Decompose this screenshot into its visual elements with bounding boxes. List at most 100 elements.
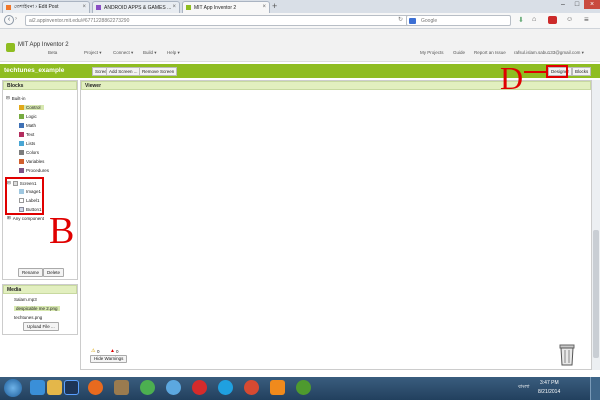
delete-button[interactable]: Delete <box>43 268 65 277</box>
control-color-icon <box>19 105 24 110</box>
warning-icon: ⚠ <box>91 348 96 354</box>
home-icon[interactable]: ⌂ <box>532 16 536 23</box>
tab-app-inventor[interactable]: MIT App Inventor 2 × <box>182 1 270 13</box>
photoshop-icon[interactable] <box>64 380 79 395</box>
safari-icon[interactable] <box>166 380 181 395</box>
remove-screen-button[interactable]: Remove Screen <box>139 67 178 76</box>
tab-label: তেশাইবনা › Edit Post <box>14 3 59 10</box>
builtin-node[interactable]: ⊟ Built-in <box>6 95 26 101</box>
account-menu[interactable]: rafsul.islam.sabu133@gmail.com ▾ <box>514 50 584 56</box>
block-label: Procedures <box>26 168 50 173</box>
back-icon[interactable]: ‹ <box>4 15 14 25</box>
block-item-procedures[interactable]: Procedures <box>19 168 49 173</box>
brand-beta: Beta <box>48 50 58 55</box>
show-desktop-button[interactable] <box>590 377 600 400</box>
firefox-icon[interactable] <box>88 380 103 395</box>
block-label: Control <box>26 105 41 110</box>
link-report-issue[interactable]: Report an Issue <box>474 50 506 55</box>
site-icon <box>96 5 101 10</box>
chrome-icon[interactable] <box>140 380 155 395</box>
math-color-icon <box>19 123 24 128</box>
app-inventor-logo-icon <box>6 43 15 52</box>
block-label: Math <box>26 123 37 128</box>
download-icon[interactable]: ⬇ <box>518 16 524 24</box>
menu-help[interactable]: Help ▾ <box>167 50 180 56</box>
block-label: Colors <box>26 150 40 155</box>
block-item-variables[interactable]: Variables <box>19 159 44 164</box>
media-panel-title: Media <box>3 285 77 294</box>
block-item-lists[interactable]: Lists <box>19 141 35 146</box>
blocks-button[interactable]: Blocks <box>572 67 592 76</box>
text-color-icon <box>19 132 24 137</box>
menu-build[interactable]: Build ▾ <box>143 50 157 56</box>
smiley-icon[interactable]: ☺ <box>566 16 573 23</box>
chrome2-icon[interactable] <box>244 380 259 395</box>
link-guide[interactable]: Guide <box>453 50 465 55</box>
upload-file-button[interactable]: Upload File ... <box>23 322 59 331</box>
block-item-control[interactable]: Control <box>19 105 44 110</box>
blocks-panel-title: Blocks <box>3 81 77 90</box>
language-indicator[interactable]: বাংলা <box>518 384 530 392</box>
collapse-icon[interactable]: ⊟ <box>6 95 10 101</box>
procedures-color-icon <box>19 168 24 173</box>
project-name: techtunes_example <box>4 67 65 74</box>
add-screen-button[interactable]: Add Screen ... <box>106 67 141 76</box>
app-header: MIT App Inventor 2 Beta <box>0 29 600 62</box>
builtin-label: Built-in <box>11 95 26 101</box>
vlc-icon[interactable] <box>270 380 285 395</box>
viewer-panel: Viewer <box>80 80 592 370</box>
menu-connect[interactable]: Connect ▾ <box>113 50 133 56</box>
search-input[interactable]: Google <box>406 15 511 26</box>
clock-time[interactable]: 3:47 PM <box>540 380 559 386</box>
expand-icon[interactable]: ⊞ <box>7 215 11 221</box>
google-icon <box>409 18 416 24</box>
annotation-box-d <box>546 65 568 78</box>
colors-color-icon <box>19 150 24 155</box>
tab-edit-post[interactable]: তেশাইবনা › Edit Post × <box>2 1 90 13</box>
variables-color-icon <box>19 159 24 164</box>
media-file[interactable]: Salam.mp3 <box>14 297 37 302</box>
utorrent-icon[interactable] <box>296 380 311 395</box>
new-tab-button[interactable]: + <box>272 1 277 11</box>
addon-icon[interactable] <box>548 16 557 24</box>
close-icon[interactable]: × <box>82 4 86 10</box>
block-item-colors[interactable]: Colors <box>19 150 39 155</box>
annotation-letter-d: D <box>500 60 524 96</box>
trash-icon[interactable] <box>558 341 576 366</box>
block-item-text[interactable]: Text <box>19 132 34 137</box>
menu-project[interactable]: Project ▾ <box>84 50 102 56</box>
vertical-scrollbar[interactable] <box>592 80 600 370</box>
any-component-node[interactable]: ⊞ Any component <box>7 215 44 221</box>
media-file[interactable]: despicable me 2.png <box>14 306 60 311</box>
media-file[interactable]: techtunes.png <box>14 315 42 320</box>
app-icon[interactable] <box>114 380 129 395</box>
opera-icon[interactable] <box>192 380 207 395</box>
tab-label: ANDROID APPS & GAMES ... <box>104 4 172 11</box>
link-my-projects[interactable]: My Projects <box>420 50 444 55</box>
close-icon[interactable]: × <box>262 4 266 10</box>
ie-icon[interactable] <box>30 380 45 395</box>
url-text: ai2.appinventor.mit.edu/#677122886227329… <box>29 18 130 24</box>
close-icon[interactable]: × <box>172 4 176 10</box>
minimize-button[interactable]: – <box>556 0 570 9</box>
navigation-bar: ‹ › ai2.appinventor.mit.edu/#67712288622… <box>0 13 600 29</box>
start-icon[interactable] <box>4 379 22 397</box>
tab-android-apps[interactable]: ANDROID APPS & GAMES ... × <box>92 1 180 13</box>
annotation-letter-b: B <box>49 210 75 252</box>
app-inventor-icon <box>186 5 191 10</box>
logic-color-icon <box>19 114 24 119</box>
clock-date[interactable]: 8/21/2014 <box>538 389 560 395</box>
menu-icon[interactable]: ≡ <box>584 15 589 24</box>
hide-warnings-button[interactable]: Hide Warnings <box>90 355 128 363</box>
skype-icon[interactable] <box>218 380 233 395</box>
reload-icon[interactable]: ↻ <box>398 16 403 23</box>
maximize-button[interactable]: □ <box>570 0 584 9</box>
address-bar[interactable]: ai2.appinventor.mit.edu/#677122886227329… <box>25 15 413 26</box>
scrollbar-thumb[interactable] <box>593 230 599 358</box>
forward-icon[interactable]: › <box>15 16 17 22</box>
block-item-math[interactable]: Math <box>19 123 36 128</box>
block-item-logic[interactable]: Logic <box>19 114 37 119</box>
explorer-icon[interactable] <box>47 380 62 395</box>
rename-button[interactable]: Rename <box>18 268 44 277</box>
window-close-button[interactable]: × <box>584 0 600 9</box>
